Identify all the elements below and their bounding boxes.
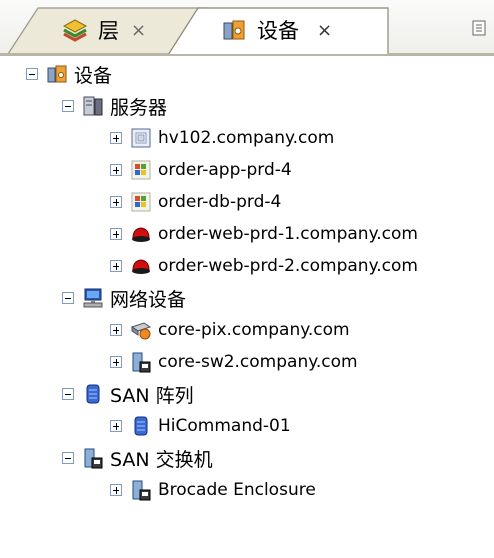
tree-node-network-devices[interactable]: 网络设备: [62, 284, 186, 312]
router-icon: [130, 322, 152, 340]
device-tree: 设备 服务器 hv102.company.com order-app-prd-4…: [0, 58, 494, 558]
expand-toggle-icon[interactable]: [110, 196, 122, 208]
tree-node-server[interactable]: order-web-prd-2.company.com: [110, 252, 418, 280]
tab-layers-label: 层: [98, 19, 119, 43]
redhat-icon: [132, 259, 150, 274]
tree-node-label: SAN 交换机: [110, 448, 213, 471]
tree-node-label: 服务器: [110, 96, 168, 119]
tab-devices[interactable]: 设备 ×: [221, 14, 332, 46]
virtual-host-icon: [131, 128, 151, 148]
tree-node-server[interactable]: order-web-prd-1.company.com: [110, 220, 418, 248]
tree-node-san-switches[interactable]: SAN 交换机: [62, 444, 213, 472]
tree-node-label: SAN 阵列: [110, 384, 194, 407]
tree-node-san-arrays[interactable]: SAN 阵列: [62, 380, 194, 408]
san-switch-icon: [84, 448, 103, 469]
layers-icon: [62, 17, 88, 43]
storage-icon: [134, 416, 148, 436]
expand-toggle-icon[interactable]: [110, 164, 122, 176]
tree-node-label: HiCommand-01: [158, 416, 291, 436]
devices-icon: [47, 65, 67, 83]
collapse-toggle-icon[interactable]: [62, 388, 74, 400]
expand-toggle-icon[interactable]: [110, 420, 122, 432]
collapse-toggle-icon[interactable]: [62, 100, 74, 112]
devices-icon: [221, 17, 247, 43]
tree-node-server[interactable]: hv102.company.com: [110, 124, 334, 152]
expand-toggle-icon[interactable]: [110, 260, 122, 272]
tree-node-label: order-db-prd-4: [158, 192, 282, 212]
devices-panel: 层 × 设备 × 设备 服务器 hv102.company.com order-…: [0, 0, 494, 558]
collapse-toggle-icon[interactable]: [62, 452, 74, 464]
network-icon: [83, 288, 103, 308]
tab-strip-divider: [0, 54, 494, 56]
tree-node-network-device[interactable]: core-sw2.company.com: [110, 348, 358, 376]
tree-node-san-switch[interactable]: Brocade Enclosure: [110, 476, 316, 504]
server-icon: [83, 96, 103, 116]
expand-toggle-icon[interactable]: [110, 228, 122, 240]
storage-icon: [86, 384, 100, 404]
tree-node-devices[interactable]: 设备: [26, 60, 112, 88]
switch-icon: [132, 352, 151, 373]
expand-toggle-icon[interactable]: [110, 356, 122, 368]
expand-toggle-icon[interactable]: [110, 324, 122, 336]
tree-node-label: order-web-prd-1.company.com: [158, 224, 418, 244]
tree-node-label: order-app-prd-4: [158, 160, 292, 180]
tree-node-label: 设备: [74, 64, 113, 87]
tab-devices-label: 设备: [257, 19, 299, 43]
tree-node-label: core-pix.company.com: [158, 320, 350, 340]
windows-icon: [131, 192, 151, 212]
tab-devices-close-button[interactable]: ×: [317, 20, 332, 41]
expand-toggle-icon[interactable]: [110, 132, 122, 144]
tree-node-san-array[interactable]: HiCommand-01: [110, 412, 291, 440]
expand-toggle-icon[interactable]: [110, 484, 122, 496]
view-menu-icon[interactable]: [472, 20, 486, 36]
tree-node-label: 网络设备: [110, 288, 187, 311]
tab-layers[interactable]: 层 ×: [62, 14, 146, 46]
tab-strip: 层 × 设备 ×: [0, 0, 494, 56]
collapse-toggle-icon[interactable]: [62, 292, 74, 304]
redhat-icon: [132, 227, 150, 242]
tree-node-label: hv102.company.com: [158, 128, 335, 148]
tree-node-server[interactable]: order-db-prd-4: [110, 188, 281, 216]
tree-node-label: Brocade Enclosure: [158, 480, 316, 500]
tree-node-server[interactable]: order-app-prd-4: [110, 156, 292, 184]
san-switch-icon: [132, 480, 151, 501]
tree-node-label: core-sw2.company.com: [158, 352, 358, 372]
collapse-toggle-icon[interactable]: [26, 68, 38, 80]
tab-layers-close-button[interactable]: ×: [131, 20, 146, 41]
windows-icon: [131, 160, 151, 180]
tree-node-label: order-web-prd-2.company.com: [158, 256, 418, 276]
tree-node-network-device[interactable]: core-pix.company.com: [110, 316, 350, 344]
tree-node-servers[interactable]: 服务器: [62, 92, 167, 120]
